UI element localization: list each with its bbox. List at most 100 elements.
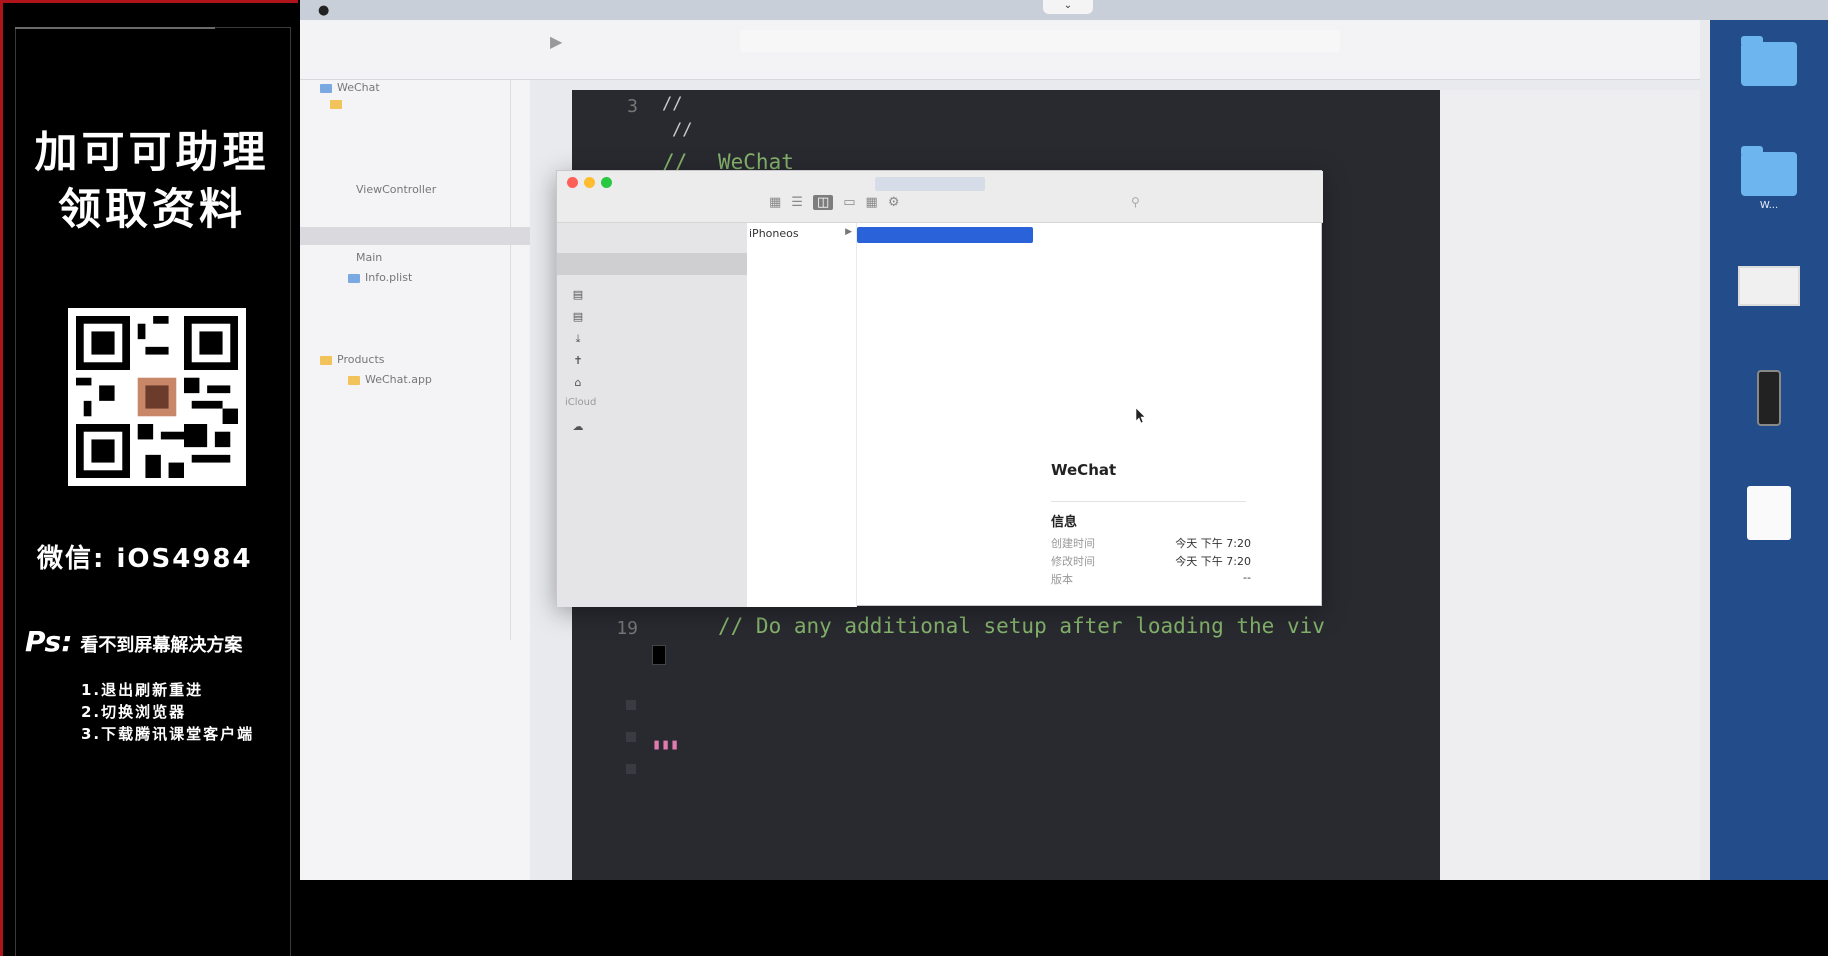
wechat-id: 微信: iOS4984 [37,544,253,574]
nav-item-products[interactable]: Products [320,352,385,368]
file-preview: WeChat 信息 创建时间 今天 下午 7:20 修改时间 今天 下午 7:2… [1051,461,1311,601]
sidebar-item-icloud[interactable]: ☁ [571,419,591,435]
code-line: // Do any additional setup after loading… [718,614,1325,638]
bottom-bar [300,880,1828,956]
selected-item-wechat-app[interactable] [857,227,1033,243]
icon-view-icon[interactable]: ▦ [769,195,781,210]
nav-item-info[interactable]: Info.plist [348,270,412,286]
menu-bar: ● ⌄ [300,0,1828,20]
project-navigator: WeChat ViewController Main Info.plist Pr… [300,80,530,880]
promo-title-line1: 加可可助理 [34,128,270,178]
line-number: 3 [627,96,638,117]
finder-column-1: iPhoneos ▶ [747,223,857,607]
preview-name: WeChat [1051,461,1117,479]
promo-divider [15,27,215,29]
apple-menu-icon[interactable]: ● [318,3,329,18]
column-view-icon[interactable]: ◫ [812,195,834,210]
download-icon: ⤓ [575,332,581,345]
view-switcher: ▦ ☰ ◫ ▭ ▦ ⚙ [769,195,900,210]
gear-icon[interactable]: ⚙ [888,195,900,210]
preview-row-value: 今天 下午 7:20 [1175,555,1251,568]
finder-window: ▦ ☰ ◫ ▭ ▦ ⚙ ⚲ ▤ ▤ ⤓ ✝ ⌂ iCloud ☁ iPhoneo… [556,170,1323,607]
sidebar-section-heading: iCloud [565,397,597,408]
folder-icon [1741,36,1797,86]
search-icon[interactable]: ⚲ [1131,195,1191,213]
sidebar-item[interactable]: ▤ [571,287,591,303]
desktop-icons: W... [1710,20,1828,880]
nav-item-label: WeChat.app [365,373,432,386]
group-icon[interactable]: ▦ [866,195,878,210]
preview-row-value: -- [1243,571,1251,584]
navigator-divider [510,80,511,640]
gutter-marker [626,700,636,710]
qr-code-icon [76,316,238,478]
home-icon: ⌂ [574,376,582,389]
window-title [875,177,985,191]
desktop-icon-folder[interactable] [1710,36,1828,86]
preview-info-heading: 信息 [1051,515,1078,530]
inspector-area [1440,90,1700,880]
folder-icon [330,99,342,109]
nav-item-group[interactable] [330,96,347,112]
nav-item-project[interactable]: WeChat [320,80,380,96]
ps-steps: 1.退出刷新重进 2.切换浏览器 3.下载腾讯课堂客户端 [81,679,254,745]
nav-item-viewcontroller[interactable]: ViewController [356,182,436,198]
minimize-icon[interactable] [584,177,595,188]
preview-row-value: 今天 下午 7:20 [1175,537,1251,550]
column-row[interactable]: iPhoneos [749,227,799,240]
code-keyword: ▮▮▮ [652,735,680,753]
chevron-down-icon[interactable]: ⌄ [1043,0,1093,14]
desktop-icon-image[interactable] [1710,266,1828,306]
zoom-icon[interactable] [601,177,612,188]
nav-item-main[interactable]: Main [356,250,382,266]
chevron-right-icon: ▶ [845,227,852,237]
list-view-icon[interactable]: ☰ [791,195,803,210]
navigator-selection [300,227,530,245]
qr-code [68,308,246,486]
gallery-view-icon[interactable]: ▭ [843,195,855,210]
ps-text: 看不到屏幕解决方案 [80,635,243,656]
line-number: 19 [616,618,638,639]
doc-icon: ▤ [572,288,584,301]
xcode-toolbar: ▶ [300,20,1700,80]
ps-note: Ps: 看不到屏幕解决方案 [25,625,242,658]
nav-item-label: Main [356,251,383,264]
preview-divider [1051,501,1246,502]
nav-item-app[interactable]: WeChat.app [348,372,432,388]
nav-item-label: ViewController [356,183,437,196]
ps-step: 2.切换浏览器 [81,703,187,721]
sidebar-item[interactable]: ⌂ [571,375,591,391]
promo-title-line2: 领取资料 [58,185,246,235]
preview-row: 版本 -- [1051,571,1251,587]
document-icon [1747,486,1791,540]
run-icon[interactable]: ▶ [550,32,562,51]
finder-toolbar: ▦ ☰ ◫ ▭ ▦ ⚙ ⚲ [557,171,1323,223]
desktop-icon-screenshot[interactable] [1710,370,1828,426]
text-cursor [652,645,666,665]
close-icon[interactable] [567,177,578,188]
preview-row-key: 版本 [1051,573,1073,586]
desktop-icon-folder[interactable]: W... [1710,146,1828,212]
preview-row-key: 修改时间 [1051,555,1095,568]
desktop-icon-document[interactable] [1710,486,1828,540]
ps-step: 1.退出刷新重进 [81,681,204,699]
desktop: ● ⌄ ▶ WeChat ViewController Main Info.pl… [300,0,1828,880]
file-icon [348,273,360,283]
preview-row-key: 创建时间 [1051,537,1095,550]
sidebar-item[interactable]: ▤ [571,309,591,325]
desktop-icon-label: W... [1759,200,1779,211]
sidebar-item[interactable]: ✝ [571,353,591,369]
project-icon [320,83,332,93]
sidebar-selection [557,253,747,275]
cloud-icon: ☁ [572,420,584,433]
preview-row: 创建时间 今天 下午 7:20 [1051,535,1251,551]
preview-row: 修改时间 今天 下午 7:20 [1051,553,1251,569]
activity-status [740,30,1340,52]
ps-label: Ps: [25,625,73,658]
folder-icon [1741,146,1797,196]
image-file-icon [1738,266,1800,306]
code-line: // [672,120,693,140]
promo-panel: 加可可助理 领取资料 微信: iOS4984 Ps: 看不到屏幕解决方案 1.退… [0,0,298,956]
sidebar-item[interactable]: ⤓ [571,331,591,347]
code-line: // [662,94,683,114]
